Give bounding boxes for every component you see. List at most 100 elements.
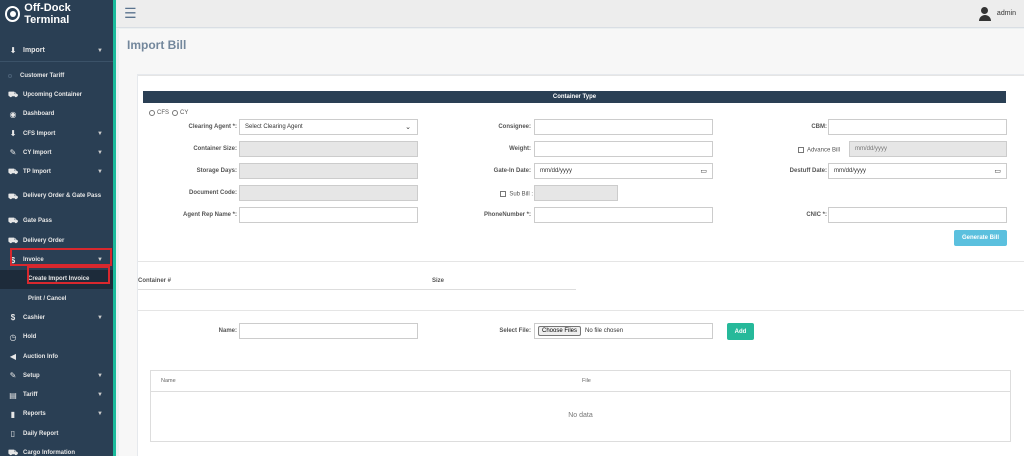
container-size-label: Container Size: [193,146,237,152]
menu-toggle-icon[interactable]: ☰ [124,5,137,22]
sidebar-item-reports[interactable]: ▮ Reports ▼ [0,405,113,424]
calendar-icon[interactable]: ▭ [700,167,707,175]
sidebar-item-label: Cargo Information [23,449,75,456]
agent-rep-name-label: Agent Rep Name *: [182,212,237,218]
container-size-input [239,141,418,157]
gate-in-date-label: Gate-In Date: [493,168,531,174]
user-name: admin [996,10,1016,17]
sidebar-item-label: Dashboard [23,111,55,118]
report-icon: ▯ [10,429,16,439]
consignee-input[interactable] [534,119,713,135]
clearing-agent-select[interactable]: Select Clearing Agent ⌄ [239,119,418,135]
container-type-radios: CFS CY [149,110,188,116]
chevron-down-icon: ▼ [97,47,103,54]
radio-cfs-label: CFS [157,110,169,116]
app-title: Off-Dock Terminal [24,2,71,26]
sidebar-item-gate-pass[interactable]: ⛟ Gate Pass [0,212,113,231]
brand[interactable]: Off-Dock Terminal [0,0,113,28]
sidebar-item-cargo-information[interactable]: ⛟ Cargo Information [0,443,113,456]
sidebar-item-cy-import[interactable]: ✎ CY Import ▼ [0,143,113,162]
sidebar-item-label: Delivery Order [23,237,65,244]
chevron-down-icon: ▼ [97,392,103,399]
table-empty-state: No data [568,412,593,419]
generate-bill-button[interactable]: Generate Bill [954,230,1007,246]
clock-icon: ◷ [9,332,17,342]
sidebar-item-print-cancel[interactable]: Print / Cancel [0,289,113,308]
sidebar-item-upcoming-container[interactable]: ⛟ Upcoming Container [0,85,113,104]
weight-label: Weight: [509,146,531,152]
consignee-label: Consignee: [498,124,531,130]
sidebar-item-tp-import[interactable]: ⛟ TP Import ▼ [0,162,113,181]
attachment-name-input[interactable] [239,323,418,339]
advance-bill-date: mm/dd/yyyy [849,141,1007,157]
sidebar-item-label: Cashier [23,314,46,321]
storage-days-label: Storage Days: [196,168,237,174]
sidebar-item-daily-report[interactable]: ▯ Daily Report [0,424,113,443]
sidebar-item-label: CFS Import [23,130,56,137]
user-icon [978,6,991,21]
truck-icon: ⛟ [8,216,19,226]
radio-cfs[interactable] [149,110,155,116]
sub-bill-checkbox-group[interactable]: Sub Bill : [483,191,533,198]
sidebar-item-import[interactable]: ⬇ Import ▼ [0,40,113,62]
container-number-column: Container # [138,278,172,284]
sidebar-item-customer-tariff[interactable]: Customer Tariff [0,66,113,85]
sidebar-item-label: Hold [23,334,37,341]
sidebar-item-setup[interactable]: ✎ Setup ▼ [0,366,113,385]
edit-icon: ✎ [9,148,17,158]
choose-files-button[interactable]: Choose Files [538,326,582,336]
chevron-down-icon: ⌄ [405,124,411,131]
add-button[interactable]: Add [727,323,754,340]
sub-bill-input [534,185,618,201]
attachments-table: Name File No data [150,370,1011,442]
sidebar-item-label: Customer Tariff [20,72,65,79]
sidebar-item-label: Import [23,47,45,54]
sidebar-item-cashier[interactable]: $ Cashier ▼ [0,308,113,327]
advance-bill-checkbox[interactable] [797,147,804,153]
gate-in-date-input[interactable]: mm/dd/yyyy ▭ [534,163,713,179]
truck-icon: ⛟ [8,192,19,202]
user-menu[interactable]: admin [978,6,1016,21]
dollar-icon: $ [10,313,16,323]
highlight-create-import-invoice [27,266,110,284]
sidebar-item-delivery-order-gate-pass[interactable]: ⛟ Delivery Order & Gate Pass [0,182,113,212]
size-column: Size [432,278,445,284]
logo-icon [5,6,21,22]
import-icon: ⬇ [9,129,17,139]
dashboard-icon: ◉ [9,109,17,119]
radio-cy[interactable] [172,110,178,116]
dot-icon [8,73,12,78]
divider [138,261,1024,262]
phone-number-input[interactable] [534,207,713,223]
sidebar-item-hold[interactable]: ◷ Hold [0,328,113,347]
weight-input[interactable] [534,141,713,157]
file-input[interactable]: Choose Files No file chosen [534,323,713,339]
sidebar-item-tariff[interactable]: ▤ Tariff ▼ [0,385,113,404]
destuff-date-placeholder: mm/dd/yyyy [834,168,867,174]
divider [138,310,1024,311]
agent-rep-name-input[interactable] [239,207,418,223]
advance-bill-checkbox-group[interactable]: Advance Bill [738,147,840,154]
attachment-name-label: Name: [218,328,237,334]
sidebar: Off-Dock Terminal ⬇ Import ▼ Customer Ta… [0,0,116,456]
sidebar-item-label: Tariff [23,392,38,399]
sub-bill-checkbox[interactable] [500,191,507,197]
document-code-input [239,185,418,201]
destuff-date-input[interactable]: mm/dd/yyyy ▭ [828,163,1007,179]
storage-days-input [239,163,418,179]
sidebar-item-label: CY Import [23,149,52,156]
sidebar-item-cfs-import[interactable]: ⬇ CFS Import ▼ [0,124,113,143]
cnic-input[interactable] [828,207,1007,223]
bus-icon: ⛟ [8,89,19,99]
sidebar-item-label: Setup [23,372,40,379]
sidebar-item-dashboard[interactable]: ◉ Dashboard [0,105,113,124]
sidebar-item-auction-info[interactable]: ◀ Auction Info [0,347,113,366]
calendar-icon[interactable]: ▭ [994,167,1001,175]
sidebar-item-label: Daily Report [23,430,59,437]
chevron-down-icon: ▼ [97,149,103,156]
cbm-input[interactable] [828,119,1007,135]
chevron-down-icon: ▼ [97,314,103,321]
sidebar-item-label: Auction Info [23,353,58,360]
sub-bill-label: Sub Bill : [509,191,533,198]
gate-in-date-placeholder: mm/dd/yyyy [540,168,573,174]
